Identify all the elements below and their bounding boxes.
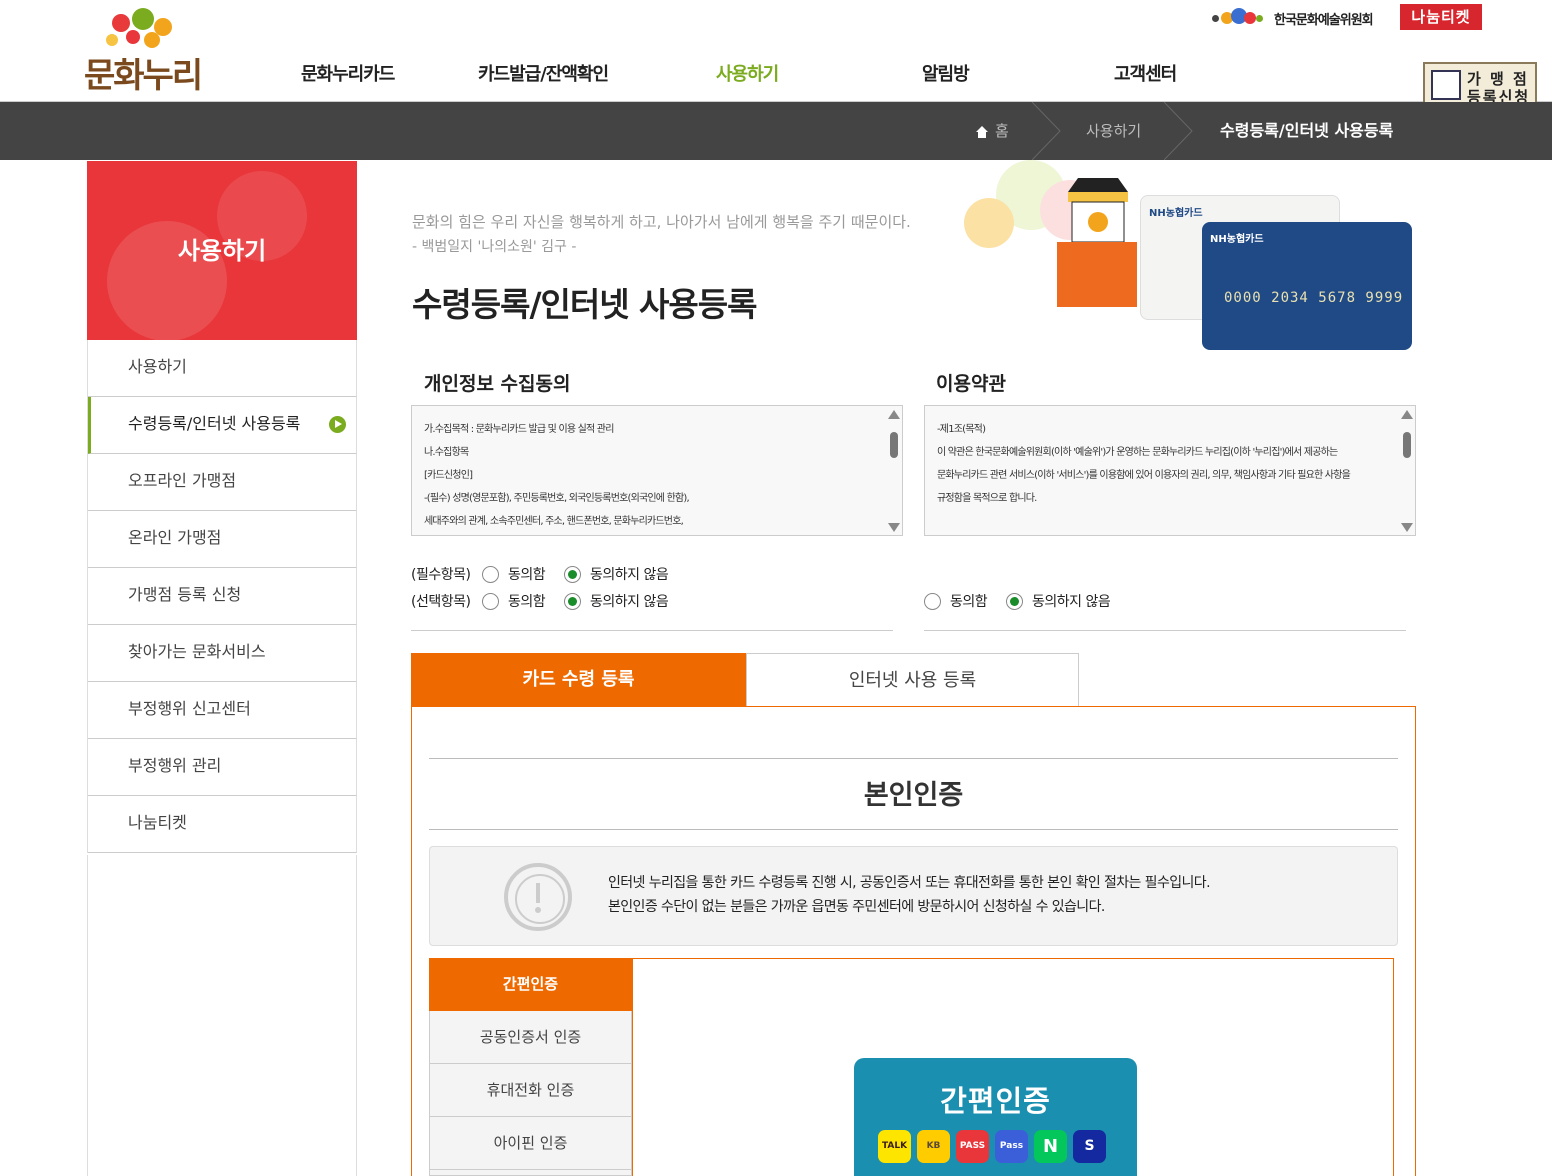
- sidebar-item-nanum-ticket[interactable]: 나눔티켓: [88, 796, 357, 853]
- privacy-line: 나.수집항목: [424, 447, 469, 458]
- method-tab-certificate[interactable]: 공동인증서 인증: [429, 1011, 632, 1064]
- tab-internet-registration[interactable]: 인터넷 사용 등록: [746, 653, 1079, 706]
- agree-label[interactable]: 동의함: [508, 564, 546, 584]
- required-disagree-radio[interactable]: [564, 566, 581, 583]
- sidebar-item-fraud-manage[interactable]: 부정행위 관리: [88, 739, 357, 796]
- arrow-circle-icon: [329, 416, 346, 433]
- home-icon[interactable]: [976, 126, 988, 138]
- card-number: 0000 2034 5678 9999: [1224, 290, 1404, 306]
- tab-card-receipt[interactable]: 카드 수령 등록: [411, 653, 746, 706]
- form-pen-icon: [1431, 70, 1461, 100]
- easy-auth-button[interactable]: 간편인증 TALK KB PASS Pass N S: [854, 1058, 1137, 1176]
- privacy-required-row: (필수항목) 동의함 동의하지 않음: [411, 564, 891, 586]
- scrollbar[interactable]: [1401, 410, 1413, 532]
- disagree-label[interactable]: 동의하지 않음: [590, 591, 669, 611]
- optional-label: (선택항목): [411, 594, 471, 610]
- sidebar-item-fraud-report[interactable]: 부정행위 신고센터: [88, 682, 357, 739]
- terms-title: 이용약관: [936, 373, 1006, 395]
- divider: [411, 630, 893, 631]
- agree-label[interactable]: 동의함: [508, 591, 546, 611]
- naver-icon: N: [1034, 1130, 1067, 1163]
- nav-item-culture-card[interactable]: 문화누리카드: [301, 60, 395, 86]
- privacy-line: 가.수집목적 : 문화누리카드 발급 및 이용 실적 관리: [424, 424, 614, 435]
- auth-notice: 인터넷 누리집을 통한 카드 수령등록 진행 시, 공동인증서 또는 휴대전화를…: [429, 846, 1398, 946]
- nav-item-notice[interactable]: 알림방: [922, 60, 970, 86]
- quote-text: 문화의 힘은 우리 자신을 행복하게 하고, 나아가서 남에게 행복을 주기 때…: [412, 213, 911, 231]
- privacy-line: 세대주와의 관계, 소속주민센터, 주소, 핸드폰번호, 문화누리카드번호,: [424, 516, 684, 527]
- breadcrumb-home[interactable]: 홈: [995, 102, 1009, 160]
- sidebar-item-offline-store[interactable]: 오프라인 가맹점: [88, 454, 357, 511]
- optional-disagree-radio[interactable]: [564, 593, 581, 610]
- required-agree-radio[interactable]: [482, 566, 499, 583]
- privacy-optional-row: (선택항목) 동의함 동의하지 않음: [411, 591, 891, 613]
- terms-line: -제1조(목적): [937, 424, 986, 435]
- easy-auth-label: 간편인증: [940, 1084, 1051, 1118]
- sidebar-item-visiting-service[interactable]: 찾아가는 문화서비스: [88, 625, 357, 682]
- breadcrumb-usage[interactable]: 사용하기: [1086, 102, 1141, 160]
- nanum-ticket-link[interactable]: 나눔티켓: [1400, 4, 1482, 30]
- nav-item-customer-center[interactable]: 고객센터: [1114, 60, 1177, 86]
- terms-line: 규정함을 목적으로 합니다.: [937, 493, 1037, 504]
- pass-blue-icon: Pass: [995, 1130, 1028, 1163]
- sidebar-filler: [87, 855, 357, 1176]
- quote-source: - 백범일지 '나의소원' 김구 -: [412, 239, 577, 255]
- kakao-icon: TALK: [878, 1130, 911, 1163]
- scrollbar[interactable]: [888, 410, 900, 532]
- method-tab-easy[interactable]: 간편인증: [429, 958, 632, 1011]
- page-title: 수령등록/인터넷 사용등록: [412, 285, 758, 324]
- card-brand-text: NH농협카드: [1149, 208, 1203, 219]
- breadcrumb-separator: [1164, 102, 1193, 160]
- auth-title: 본인인증: [863, 780, 964, 811]
- site-header: 문화누리 문화누리카드 카드발급/잔액확인 사용하기 알림방 고객센터 한국문화…: [0, 0, 1552, 108]
- method-tab-filler: [429, 1170, 632, 1176]
- terms-agree-row: 동의함 동의하지 않음: [924, 591, 1324, 613]
- method-tab-phone[interactable]: 휴대전화 인증: [429, 1064, 632, 1117]
- pass-icon: PASS: [956, 1130, 989, 1163]
- terms-disagree-radio[interactable]: [1006, 593, 1023, 610]
- disagree-label[interactable]: 동의하지 않음: [590, 564, 669, 584]
- sidebar-nav: 사용하기 수령등록/인터넷 사용등록 오프라인 가맹점 온라인 가맹점 가맹점 …: [87, 340, 357, 853]
- sidebar-item-store-apply[interactable]: 가맹점 등록 신청: [88, 568, 357, 625]
- privacy-line: -(필수) 성명(영문포함), 주민등록번호, 외국인등록번호(외국인에 한함)…: [424, 493, 690, 504]
- optional-agree-radio[interactable]: [482, 593, 499, 610]
- privacy-line: [카드신청인]: [424, 470, 473, 481]
- terms-agree-radio[interactable]: [924, 593, 941, 610]
- breadcrumb-current: 수령등록/인터넷 사용등록: [1220, 121, 1394, 140]
- main-nav: 문화누리카드 카드발급/잔액확인 사용하기 알림방 고객센터: [0, 60, 1300, 90]
- notice-line2: 본인인증 수단이 없는 분들은 가까운 읍면동 주민센터에 방문하시어 신청하실…: [608, 899, 1105, 915]
- exclamation-icon: [504, 863, 572, 931]
- agree-label[interactable]: 동의함: [950, 591, 988, 611]
- notice-line1: 인터넷 누리집을 통한 카드 수령등록 진행 시, 공동인증서 또는 휴대전화를…: [608, 875, 1211, 891]
- kb-icon: KB: [917, 1130, 950, 1163]
- terms-line: 이 약관은 한국문화예술위원회(이하 '예술위')가 운영하는 문화누리카드 누…: [937, 447, 1338, 458]
- divider: [924, 630, 1406, 631]
- breadcrumb: 홈 사용하기 수령등록/인터넷 사용등록: [0, 102, 1552, 160]
- sidebar-title: 사용하기: [177, 237, 267, 265]
- disagree-label[interactable]: 동의하지 않음: [1032, 591, 1111, 611]
- nav-item-usage[interactable]: 사용하기: [716, 60, 779, 86]
- required-label: (필수항목): [411, 567, 471, 583]
- film-icon: [1057, 242, 1137, 307]
- sidebar-item-online-store[interactable]: 온라인 가맹점: [88, 511, 357, 568]
- sidebar-item-label: 수령등록/인터넷 사용등록: [128, 414, 301, 433]
- credit-card-image: NH농협카드 0000 2034 5678 9999: [1202, 222, 1412, 350]
- samsung-pass-icon: S: [1073, 1130, 1106, 1163]
- sidebar-item-usage[interactable]: 사용하기: [88, 340, 357, 397]
- breadcrumb-separator: [1032, 102, 1061, 160]
- privacy-terms-box[interactable]: 가.수집목적 : 문화누리카드 발급 및 이용 실적 관리 나.수집항목 [카드…: [411, 405, 903, 536]
- usage-terms-box[interactable]: -제1조(목적) 이 약관은 한국문화예술위원회(이하 '예술위')가 운영하는…: [924, 405, 1416, 536]
- card-brand-text: NH농협카드: [1210, 234, 1264, 245]
- hero-illustration: NH농협카드 NH농협카드 0000 2034 5678 9999: [960, 160, 1420, 355]
- sidebar-header: 사용하기: [87, 161, 357, 340]
- divider: [429, 829, 1398, 830]
- arko-name[interactable]: 한국문화예술위원회: [1274, 9, 1374, 28]
- divider: [429, 758, 1398, 759]
- method-tab-ipin[interactable]: 아이핀 인증: [429, 1117, 632, 1170]
- nav-item-card-issue[interactable]: 카드발급/잔액확인: [478, 60, 609, 86]
- shop-icon: [1058, 172, 1138, 243]
- privacy-title: 개인정보 수집동의: [424, 373, 571, 395]
- sidebar-item-registration[interactable]: 수령등록/인터넷 사용등록: [88, 397, 357, 454]
- org-links: 한국문화예술위원회 나눔티켓: [1210, 4, 1490, 30]
- terms-line: 문화누리카드 관련 서비스(이하 '서비스')를 이용함에 있어 이용자의 권리…: [937, 470, 1351, 481]
